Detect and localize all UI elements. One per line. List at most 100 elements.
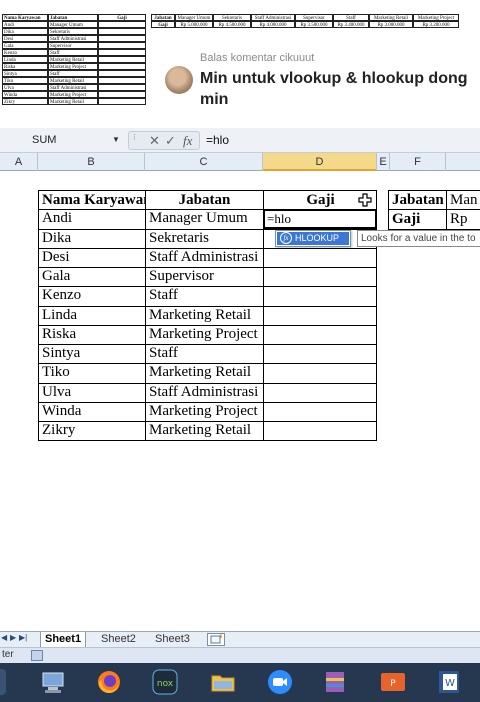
cell-nama-karyawan[interactable]: Winda — [39, 402, 145, 421]
thumb-cell: Sintya — [2, 70, 48, 77]
column-header-e[interactable]: E — [377, 153, 390, 171]
cell-nama-karyawan[interactable]: Andi — [39, 209, 145, 228]
avatar — [165, 66, 193, 94]
tab-next-icon[interactable]: ▶ — [10, 633, 16, 642]
cell-jabatan[interactable]: Marketing Retail — [146, 421, 263, 440]
cell-jabatan[interactable]: Manager Umum — [146, 209, 263, 228]
cell-jabatan[interactable]: Marketing Project — [146, 402, 263, 421]
thumb-cell: Rp 3.200.000 — [413, 21, 459, 28]
thumb-cell: Staff — [333, 14, 369, 21]
thumb-header: Jabatan — [48, 14, 98, 21]
status-bar: ter — [0, 647, 480, 663]
thumb-cell — [98, 70, 146, 77]
thumbnail-preview: Nama Karyawan Jabatan Gaji Andi Manager U… — [0, 0, 480, 128]
insert-function-button[interactable]: fx — [183, 133, 192, 149]
thumb-cell: Staff Administrasi — [48, 35, 98, 42]
thumb-cell: Rp 5.000.000 — [175, 21, 213, 28]
cell-nama-karyawan[interactable]: Ulva — [39, 383, 145, 402]
thumb-cell: Sekretaris — [48, 28, 98, 35]
thumb-cell — [98, 21, 146, 28]
column-header-g[interactable] — [446, 153, 480, 171]
header-jabatan: Jabatan — [178, 192, 231, 208]
thumb-cell: Supervisor — [295, 14, 333, 21]
column-header-b[interactable]: B — [38, 153, 145, 171]
autocomplete-item-hlookup[interactable]: fx HLOOKUP — [277, 232, 349, 245]
cell-jabatan[interactable]: Sekretaris — [146, 229, 263, 248]
cell-jabatan[interactable]: Marketing Retail — [146, 306, 263, 325]
enter-button[interactable]: ✓ — [165, 133, 176, 149]
cell-jabatan[interactable]: Marketing Project — [146, 325, 263, 344]
cell-jabatan[interactable]: Staff Administrasi — [146, 383, 263, 402]
plus-cursor-icon — [358, 193, 372, 207]
insert-sheet-icon[interactable] — [207, 633, 225, 646]
cell-jabatan[interactable]: Marketing Retail — [146, 363, 263, 382]
tab-sheet3[interactable]: Sheet3 — [151, 632, 194, 647]
thumb-row: Linda Marketing Retail — [2, 56, 146, 63]
thumb-cell: Andi — [2, 21, 48, 28]
cell-jabatan[interactable]: Supervisor — [146, 267, 263, 286]
cell-jabatan[interactable]: Staff — [146, 286, 263, 305]
thumb-cell: Dika — [2, 28, 48, 35]
side-cell: Man — [450, 192, 478, 208]
thumb-cell — [98, 63, 146, 70]
start-button[interactable] — [0, 669, 6, 695]
cell-nama-karyawan[interactable]: Sintya — [39, 344, 145, 363]
cell-nama-karyawan[interactable]: Kenzo — [39, 286, 145, 305]
column-header-f[interactable]: F — [390, 153, 446, 171]
thumb-cell: Riska — [2, 63, 48, 70]
tab-sheet2[interactable]: Sheet2 — [97, 632, 140, 647]
active-cell[interactable] — [263, 209, 377, 229]
thumbnail-right-table: Jabatan Manager Umum Sekretaris Staff Admin… — [151, 14, 459, 28]
formula-input[interactable]: =hlo — [206, 133, 229, 147]
cell-jabatan[interactable]: Staff — [146, 344, 263, 363]
thumb-row: Gala Supervisor — [2, 42, 146, 49]
word-icon[interactable]: W — [436, 669, 462, 695]
thumb-cell: Marketing Project — [413, 14, 459, 21]
column-header-d[interactable]: D — [263, 153, 377, 171]
reply-to-label: Balas komentar cikuuut — [200, 52, 315, 64]
cell-jabatan[interactable]: Staff Administrasi — [146, 248, 263, 267]
thumb-cell — [98, 91, 146, 98]
cell-nama-karyawan[interactable]: Desi — [39, 248, 145, 267]
thumb-cell — [98, 49, 146, 56]
thumb-cell: Sekretaris — [213, 14, 251, 21]
computer-icon[interactable] — [40, 669, 66, 695]
tab-prev-icon[interactable]: ◀ — [1, 633, 7, 642]
file-explorer-icon[interactable] — [210, 669, 236, 695]
tab-last-icon[interactable]: ▶| — [19, 633, 27, 642]
thumb-cell: Marketing Retail — [48, 98, 98, 105]
thumb-cell: Zikry — [2, 98, 48, 105]
thumb-cell: Rp 3.500.000 — [295, 21, 333, 28]
thumb-row: Riska Marketing Project — [2, 63, 146, 70]
cell-nama-karyawan[interactable]: Zikry — [39, 421, 145, 440]
chevron-down-icon[interactable]: ▼ — [112, 135, 120, 144]
powerpoint-icon[interactable]: P — [380, 669, 406, 695]
cell-nama-karyawan[interactable]: Dika — [39, 229, 145, 248]
thumb-row: Desi Staff Administrasi — [2, 35, 146, 42]
side-cell: Rp — [450, 211, 468, 227]
cell-nama-karyawan[interactable]: Linda — [39, 306, 145, 325]
cell-nama-karyawan[interactable]: Tiko — [39, 363, 145, 382]
column-header-a[interactable]: A — [0, 153, 38, 171]
svg-text:W: W — [445, 678, 455, 689]
cell-nama-karyawan[interactable]: Gala — [39, 267, 145, 286]
zoom-icon[interactable] — [267, 669, 293, 695]
thumb-cell: Kenzo — [2, 49, 48, 56]
function-autocomplete: fx HLOOKUP — [275, 230, 351, 247]
cancel-button[interactable]: ✕ — [149, 133, 160, 149]
name-box[interactable]: SUM — [0, 131, 118, 150]
thumbnail-left-table: Nama Karyawan Jabatan Gaji Andi Manager U… — [2, 14, 146, 105]
nox-player-icon[interactable]: nox — [152, 669, 178, 695]
thumb-cell: Ulva — [2, 84, 48, 91]
thumb-cell: Staff — [48, 49, 98, 56]
thumb-row: Andi Manager Umum — [2, 21, 146, 28]
column-header-c[interactable]: C — [145, 153, 263, 171]
sheet-tabs: ◀ ▶ ▶| Sheet1 Sheet2 Sheet3 — [0, 631, 480, 647]
macro-record-icon[interactable] — [31, 650, 43, 661]
thumb-cell: Marketing Project — [48, 63, 98, 70]
cell-nama-karyawan[interactable]: Riska — [39, 325, 145, 344]
firefox-icon[interactable] — [96, 669, 122, 695]
tab-sheet1[interactable]: Sheet1 — [40, 632, 87, 647]
thumb-cell: Manager Umum — [48, 21, 98, 28]
winrar-icon[interactable] — [322, 669, 348, 695]
